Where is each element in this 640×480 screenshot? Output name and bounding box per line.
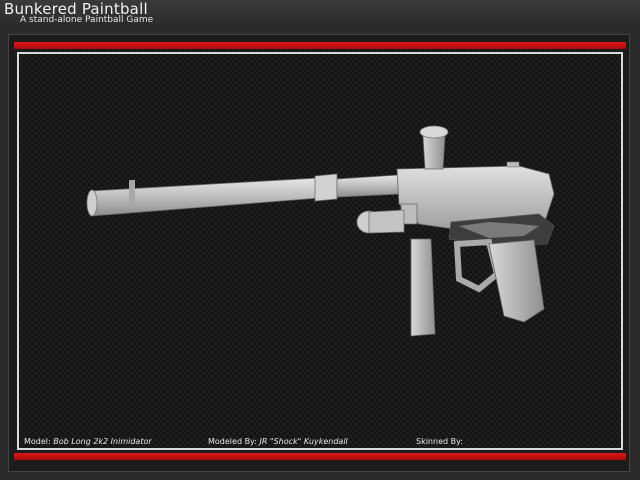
- model-credit-label: Model:: [24, 437, 51, 446]
- model-credit-value: Bob Long 2k2 Inimidator: [53, 437, 152, 446]
- modeled-by-label: Modeled By:: [208, 437, 257, 446]
- top-accent-bar: [14, 42, 626, 49]
- header-bar: Bunkered Paintball A stand-alone Paintba…: [0, 0, 640, 28]
- modeled-by-value: JR "Shock" Kuykendall: [259, 437, 348, 446]
- skinned-by-credit: Skinned By:: [416, 437, 463, 446]
- paintball-marker-model[interactable]: [19, 54, 621, 448]
- game-window: Bunkered Paintball A stand-alone Paintba…: [0, 0, 640, 480]
- model-viewport[interactable]: [17, 52, 623, 450]
- game-subtitle: A stand-alone Paintball Game: [20, 15, 154, 25]
- bottom-accent-bar: [14, 453, 626, 460]
- model-credit: Model: Bob Long 2k2 Inimidator: [24, 437, 152, 446]
- modeled-by-credit: Modeled By: JR "Shock" Kuykendall: [208, 437, 348, 446]
- skinned-by-label: Skinned By:: [416, 437, 463, 446]
